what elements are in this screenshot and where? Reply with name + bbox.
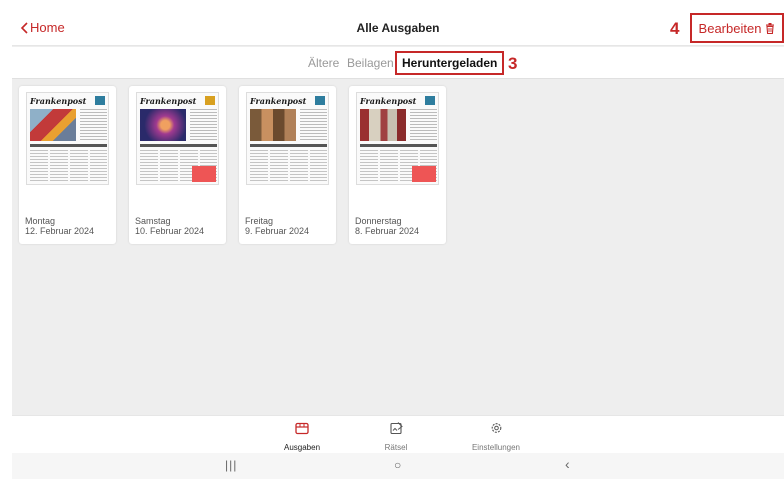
cover-sidebar-text [410, 109, 437, 141]
nav-settings-label: Einstellungen [471, 443, 521, 452]
masthead: Frankenpost [250, 96, 307, 106]
trash-icon [766, 22, 775, 34]
edit-button-label: Bearbeiten [698, 20, 762, 36]
cover-columns [30, 150, 107, 182]
cover-sidebar-text [80, 109, 107, 141]
page-title: Alle Ausgaben [356, 21, 440, 35]
cover-sidebar-text [300, 109, 327, 141]
recent-apps-button[interactable]: ||| [225, 458, 237, 472]
issue-cover-thumbnail: Frankenpost [356, 92, 439, 185]
issue-day: Donnerstag [355, 216, 402, 226]
issue-card[interactable]: Frankenpost Freitag 9. Februar 2024 [239, 86, 336, 244]
issue-date: 12. Februar 2024 [25, 226, 95, 236]
app-frame: Home Alle Ausgaben 4 Bearbeiten Ältere B… [12, 10, 784, 479]
home-button[interactable]: ○ [394, 458, 401, 472]
app-screen: Home Alle Ausgaben 4 Bearbeiten Ältere B… [0, 0, 784, 479]
issue-card[interactable]: Frankenpost Samstag 10. Februar 2024 [129, 86, 226, 244]
masthead: Frankenpost [360, 96, 417, 106]
nav-issues-label: Ausgaben [283, 443, 321, 452]
nav-settings[interactable]: Einstellungen [456, 421, 536, 455]
cover-advertisement [412, 166, 436, 182]
cover-advertisement [192, 166, 216, 182]
nav-puzzles[interactable]: Rätsel [356, 421, 436, 455]
issue-cover-thumbnail: Frankenpost [26, 92, 109, 185]
issue-date: 9. Februar 2024 [245, 226, 310, 236]
nav-puzzles-label: Rätsel [384, 443, 408, 452]
issue-day: Samstag [135, 216, 171, 226]
bottom-navigation: Ausgaben Rätsel Einstellungen [12, 415, 784, 453]
cover-headline [360, 144, 437, 147]
top-bar: Home Alle Ausgaben 4 Bearbeiten [12, 10, 784, 46]
issue-card[interactable]: Frankenpost Montag 12. Februar 2024 [19, 86, 116, 244]
cover-headline [250, 144, 327, 147]
masthead-badge [425, 96, 435, 105]
issue-date: 10. Februar 2024 [135, 226, 205, 236]
masthead-badge [315, 96, 325, 105]
system-back-button[interactable]: ‹ [565, 456, 570, 472]
issue-day: Montag [25, 216, 56, 226]
issue-filter-tabs: Ältere Beilagen Heruntergeladen 3 [12, 47, 784, 79]
masthead-badge [95, 96, 105, 105]
cover-photo [30, 109, 76, 141]
tab-supplements[interactable]: Beilagen [347, 56, 394, 70]
cover-photo [140, 109, 186, 141]
newspaper-icon [295, 422, 309, 435]
cover-headline [30, 144, 107, 147]
cover-photo [360, 109, 406, 141]
tab-downloaded[interactable]: Heruntergeladen [395, 51, 505, 75]
cover-photo [250, 109, 296, 141]
issue-day: Freitag [245, 216, 274, 226]
cover-columns [250, 150, 327, 182]
nav-issues[interactable]: Ausgaben [262, 421, 342, 455]
masthead: Frankenpost [140, 96, 197, 106]
annotation-callout-3: 3 [508, 54, 518, 73]
issue-cover-thumbnail: Frankenpost [246, 92, 329, 185]
issue-date: 8. Februar 2024 [355, 226, 420, 236]
masthead: Frankenpost [30, 96, 87, 106]
tab-older[interactable]: Ältere [308, 56, 339, 70]
annotation-callout-4: 4 [670, 19, 680, 38]
masthead-badge [205, 96, 215, 105]
cover-headline [140, 144, 217, 147]
issue-cover-thumbnail: Frankenpost [136, 92, 219, 185]
edit-button[interactable]: Bearbeiten [690, 13, 784, 43]
cover-sidebar-text [190, 109, 217, 141]
puzzle-icon [389, 422, 403, 435]
settings-icon [491, 423, 501, 433]
issue-card[interactable]: Frankenpost Donnerstag 8. Februar 2024 [349, 86, 446, 244]
system-navigation-bar: ||| ○ ‹ [12, 453, 784, 479]
